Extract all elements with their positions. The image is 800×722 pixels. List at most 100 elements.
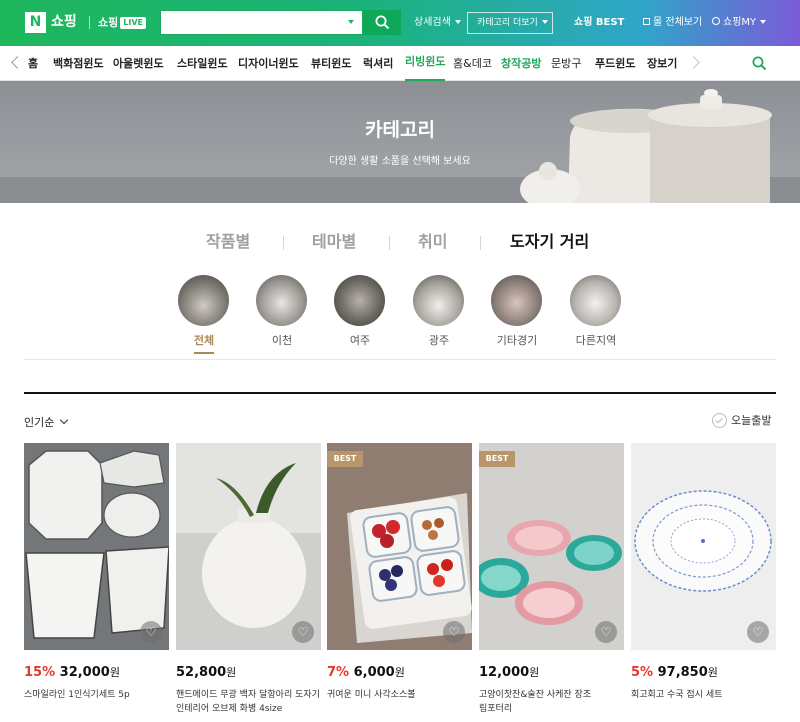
product-image — [176, 443, 321, 650]
shopping-logo-text[interactable]: 쇼핑 — [51, 12, 77, 33]
product-name-3[interactable]: 귀여운 미니 사각소스볼 — [327, 688, 477, 702]
price-value: 6,000 — [353, 665, 395, 680]
product-image — [631, 443, 776, 650]
today-shipping-filter[interactable]: 오늘출발 — [712, 412, 771, 428]
chevron-right-icon[interactable] — [687, 56, 700, 69]
product-price-2: 52,800원 — [176, 664, 236, 680]
nav-item-craft[interactable]: 창작공방 — [501, 46, 541, 81]
more-categories-label: 카테고리 더보기 — [477, 18, 538, 28]
heart-icon[interactable]: ♡ — [747, 621, 769, 643]
chevron-down-icon[interactable] — [348, 20, 354, 24]
more-categories-dropdown[interactable]: 카테고리 더보기 — [467, 12, 553, 34]
banner-subtitle: 다양한 생활 소품을 선택해 보세요 — [329, 156, 471, 167]
tab-divider — [480, 236, 481, 250]
nav-item-food[interactable]: 푸드윈도 — [595, 46, 635, 81]
caret-down-icon — [454, 20, 461, 24]
naver-logo[interactable]: N — [25, 12, 46, 33]
tab-by-work[interactable]: 작품별 — [206, 228, 250, 256]
nav-item-beauty[interactable]: 뷰티윈도 — [311, 46, 351, 81]
price-value: 32,000 — [59, 665, 110, 680]
search-button[interactable] — [363, 10, 401, 35]
live-badge: LIVE — [120, 17, 146, 29]
product-card-5[interactable]: ♡ — [631, 443, 776, 650]
subcategory-yeoju[interactable]: 여주 — [325, 332, 395, 348]
shopping-live-link[interactable]: 쇼핑 LIVE — [98, 14, 146, 31]
price-unit: 원 — [707, 666, 718, 679]
subcategory-image-icheon[interactable] — [256, 275, 307, 326]
nav-item-department[interactable]: 백화점윈도 — [53, 46, 104, 81]
discount-rate: 7% — [327, 665, 350, 680]
price-value: 12,000 — [479, 665, 530, 680]
product-price-3: 7% 6,000원 — [327, 664, 405, 680]
mall-all-link[interactable]: 몰 전체보기 — [643, 0, 702, 46]
best-badge: BEST — [327, 451, 363, 467]
banner-title: 카테고리 — [365, 119, 435, 141]
nav-item-stationery[interactable]: 문방구 — [551, 46, 581, 81]
subcategory-icheon[interactable]: 이천 — [247, 332, 317, 348]
nav-item-style[interactable]: 스타일윈도 — [177, 46, 228, 81]
product-name-4[interactable]: 고양이찻잔&술잔 사케잔 장조림포터리 — [479, 688, 599, 716]
product-image — [479, 443, 624, 650]
product-name-1[interactable]: 스마일라인 1인식기세트 5p — [24, 688, 174, 702]
subcategory-gyeonggi[interactable]: 기타경기 — [482, 332, 552, 348]
nav-item-grocery[interactable]: 장보기 — [647, 46, 677, 81]
detail-search-link[interactable]: 상세검색 — [414, 0, 461, 46]
section-divider — [24, 392, 776, 394]
tab-pottery-street[interactable]: 도자기 거리 — [510, 228, 589, 256]
nav-item-home[interactable]: 홈 — [28, 46, 38, 81]
live-text: 쇼핑 — [98, 16, 119, 29]
best-badge: BEST — [479, 451, 515, 467]
nav-item-outlet[interactable]: 아울렛윈도 — [113, 46, 164, 81]
chevron-down-icon — [59, 415, 69, 425]
price-unit: 원 — [226, 666, 237, 679]
user-icon — [712, 17, 720, 25]
product-image — [327, 443, 472, 650]
price-value: 97,850 — [657, 665, 708, 680]
search-input[interactable] — [160, 10, 363, 35]
subcategory-image-all[interactable] — [178, 275, 229, 326]
shopping-best-link[interactable]: 쇼핑 BEST — [574, 0, 624, 46]
subcategory-image-other[interactable] — [570, 275, 621, 326]
nav-item-luxury[interactable]: 럭셔리 — [363, 46, 393, 81]
pottery-illustration — [0, 89, 800, 203]
product-name-5[interactable]: 회고회고 수국 접시 세트 — [631, 688, 781, 702]
my-label: 쇼핑MY — [723, 17, 757, 28]
tab-hobby[interactable]: 취미 — [418, 228, 447, 256]
product-name-2[interactable]: 핸드메이드 무광 백자 달항아리 도자기 인테리어 오브제 화병 4size — [176, 688, 326, 716]
nav-item-designer[interactable]: 디자이너윈도 — [238, 46, 299, 81]
subcategory-image-yeoju[interactable] — [334, 275, 385, 326]
subcategory-other-region[interactable]: 다른지역 — [561, 332, 631, 348]
today-shipping-label: 오늘출발 — [731, 414, 772, 427]
nav-item-home-deco[interactable]: 홈&데코 — [453, 46, 492, 81]
product-price-1: 15% 32,000원 — [24, 664, 120, 680]
heart-icon[interactable]: ♡ — [443, 621, 465, 643]
subcategory-gwangju[interactable]: 광주 — [404, 332, 474, 348]
subcategory-all[interactable]: 전체 — [169, 332, 239, 348]
tab-by-theme[interactable]: 테마별 — [312, 228, 356, 256]
subcategory-image-gyeonggi[interactable] — [491, 275, 542, 326]
product-card-1[interactable]: ♡ — [24, 443, 169, 650]
discount-rate: 5% — [631, 665, 654, 680]
top-header: N 쇼핑 쇼핑 LIVE 상세검색 카테고리 더보기 쇼핑 BEST 몰 전체보기… — [0, 0, 800, 46]
product-card-4[interactable]: BEST ♡ — [479, 443, 624, 650]
caret-down-icon — [541, 20, 548, 24]
nav-item-living[interactable]: 리빙윈도 — [405, 46, 446, 81]
heart-icon[interactable]: ♡ — [292, 621, 314, 643]
divider — [24, 359, 776, 360]
product-card-2[interactable]: ♡ — [176, 443, 321, 650]
subcategory-image-gwangju[interactable] — [413, 275, 464, 326]
tab-divider — [283, 236, 284, 250]
my-shopping-link[interactable]: 쇼핑MY — [712, 0, 767, 46]
heart-icon[interactable]: ♡ — [595, 621, 617, 643]
product-card-3[interactable]: BEST ♡ — [327, 443, 472, 650]
product-price-4: 12,000원 — [479, 664, 539, 680]
detail-search-label: 상세검색 — [414, 17, 451, 28]
search-icon[interactable] — [752, 56, 767, 71]
sort-dropdown[interactable]: 인기순 — [24, 414, 69, 430]
active-subcategory-underline — [194, 352, 214, 354]
price-value: 52,800 — [176, 665, 227, 680]
chevron-left-icon[interactable] — [11, 56, 24, 69]
heart-icon[interactable]: ♡ — [140, 621, 162, 643]
check-circle-icon[interactable] — [712, 413, 727, 428]
discount-rate: 15% — [24, 665, 56, 680]
